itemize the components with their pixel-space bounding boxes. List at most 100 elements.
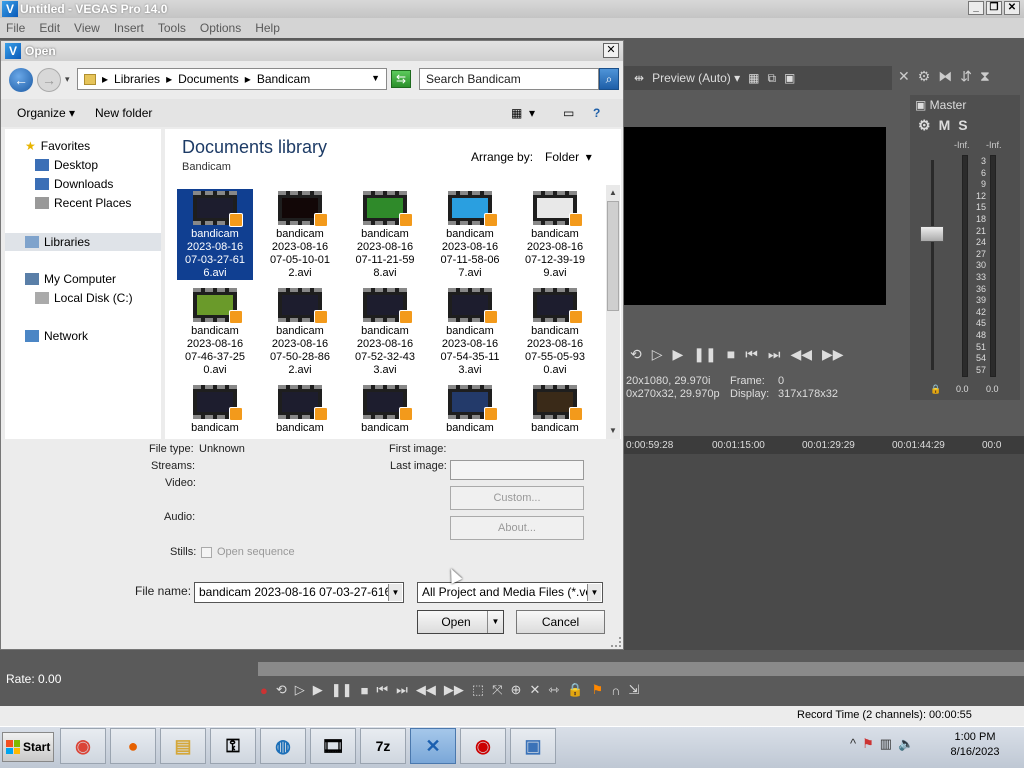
media-player-icon[interactable]: ◍	[260, 728, 306, 764]
menu-insert[interactable]: Insert	[114, 21, 144, 35]
search-icon[interactable]: ⌕	[599, 68, 619, 90]
bus-fx-icon[interactable]: ⚙	[918, 117, 931, 134]
scroll-down-icon[interactable]: ▼	[607, 425, 619, 437]
nav-local-disk[interactable]: Local Disk (C:)	[35, 291, 133, 305]
back-arrow-icon[interactable]: ←	[9, 68, 33, 92]
file-item[interactable]: bandicam 2023-08-16 07-11-58-06 7.avi	[432, 189, 508, 280]
menu-help[interactable]: Help	[255, 21, 280, 35]
grid-icon[interactable]: ▦	[748, 71, 759, 85]
stop-icon[interactable]: ■	[727, 346, 735, 363]
play-from-start-icon[interactable]: ▷	[652, 346, 663, 363]
forward-arrow-icon[interactable]: →	[37, 68, 61, 92]
nav-libraries[interactable]: Libraries	[5, 233, 161, 251]
file-type-dropdown-icon[interactable]: ▼	[587, 584, 601, 601]
dialog-close-button[interactable]: ✕	[603, 43, 619, 58]
vertical-scrollbar[interactable]: ▲ ▼	[606, 185, 620, 439]
preview-mode-dropdown[interactable]: Preview (Auto) ▾	[652, 71, 740, 85]
trim-icon[interactable]: ⇿	[548, 682, 559, 698]
vegas-pro-icon[interactable]: ✕	[410, 728, 456, 764]
open-split-dropdown-icon[interactable]: ▼	[487, 611, 503, 633]
preview-pane-icon[interactable]: ▭	[563, 106, 574, 120]
normal-edit-tool-icon[interactable]: ⬚	[472, 682, 484, 698]
zoom-tool-icon[interactable]: ⊕	[511, 682, 522, 698]
timeline-ruler[interactable]: 0:00:59:28 00:01:15:00 00:01:29:29 00:01…	[624, 436, 1024, 454]
file-item[interactable]: bandicam 2023-08-16 07-50-28-86 2.avi	[262, 286, 338, 377]
start-button[interactable]: Start	[2, 732, 54, 762]
split-screen-icon[interactable]: ⇹	[634, 71, 644, 85]
file-item[interactable]: bandicam	[177, 383, 253, 435]
nav-desktop[interactable]: Desktop	[35, 158, 98, 172]
open-button[interactable]: Open ▼	[417, 610, 504, 634]
organize-button[interactable]: Organize ▾	[17, 106, 75, 120]
timeline-scrollbar[interactable]	[258, 662, 1024, 676]
action-center-icon[interactable]: ⚑	[862, 736, 874, 752]
restore-button[interactable]: ❐	[986, 1, 1002, 15]
auto-ripple-icon[interactable]: ⇲	[628, 682, 639, 698]
file-item[interactable]: bandicam	[432, 383, 508, 435]
file-item[interactable]: bandicam 2023-08-16 07-46-37-25 0.avi	[177, 286, 253, 377]
menu-tools[interactable]: Tools	[158, 21, 186, 35]
breadcrumb-documents[interactable]: Documents	[178, 72, 239, 86]
menu-options[interactable]: Options	[200, 21, 241, 35]
lock-icon[interactable]: 🔒	[930, 384, 941, 395]
custom-button[interactable]: Custom...	[450, 486, 584, 510]
show-hidden-icons-icon[interactable]: ^	[850, 736, 856, 752]
nav-network[interactable]: Network	[25, 329, 88, 343]
play-icon[interactable]: ▶	[313, 682, 323, 698]
file-item[interactable]: bandicam 2023-08-16 07-05-10-01 2.avi	[262, 189, 338, 280]
file-item[interactable]: bandicam 2023-08-16 07-03-27-61 6.avi	[177, 189, 253, 280]
solo-button[interactable]: S	[958, 117, 967, 134]
scroll-up-icon[interactable]: ▲	[607, 187, 619, 199]
timeline-tracks[interactable]	[624, 454, 1024, 650]
copy-snapshot-icon[interactable]: ⧉	[767, 71, 776, 86]
rewind-icon[interactable]: ◀◀	[790, 346, 812, 363]
prev-frame-icon[interactable]: ⏮	[745, 346, 758, 363]
nav-recent-places[interactable]: Recent Places	[35, 196, 131, 210]
envelope-tool-icon[interactable]: ⤧	[492, 682, 502, 698]
control-panel-icon[interactable]: ▣	[510, 728, 556, 764]
volume-icon[interactable]: 🔈	[898, 736, 914, 752]
stop-icon[interactable]: ■	[361, 683, 369, 698]
scrollbar-thumb[interactable]	[607, 201, 619, 311]
record-icon[interactable]: ●	[260, 683, 268, 698]
settings-icon[interactable]: ⚙	[918, 68, 931, 85]
file-item[interactable]: bandicam	[347, 383, 423, 435]
mute-button[interactable]: M	[939, 117, 951, 134]
snapping-icon[interactable]: ∩	[611, 683, 620, 698]
loop-playback-icon[interactable]: ⟲	[276, 682, 287, 698]
new-folder-button[interactable]: New folder	[95, 106, 152, 120]
file-item[interactable]: bandicam	[262, 383, 338, 435]
close-button[interactable]: ✕	[1004, 1, 1020, 15]
prev-frame-icon[interactable]: ◀◀	[416, 682, 436, 698]
file-item[interactable]: bandicam 2023-08-16 07-11-21-59 8.avi	[347, 189, 423, 280]
help-icon[interactable]: ?	[593, 106, 600, 120]
address-dropdown-icon[interactable]: ▼	[371, 73, 380, 83]
marker-icon[interactable]: ⚑	[591, 682, 603, 698]
about-button[interactable]: About...	[450, 516, 584, 540]
pause-icon[interactable]: ❚❚	[693, 346, 716, 363]
breadcrumb-bandicam[interactable]: Bandicam	[257, 72, 310, 86]
resize-grip-icon[interactable]	[611, 637, 621, 647]
file-explorer-icon[interactable]: ▤	[160, 728, 206, 764]
taskbar-clock[interactable]: 1:00 PM 8/16/2023	[940, 730, 1010, 760]
breadcrumb-libraries[interactable]: Libraries	[114, 72, 160, 86]
loop-icon[interactable]: ⟲	[630, 346, 642, 363]
menu-view[interactable]: View	[74, 21, 100, 35]
network-tray-icon[interactable]: ▥	[880, 736, 892, 752]
firefox-icon[interactable]: ●	[110, 728, 156, 764]
next-frame-icon[interactable]: ⏭	[768, 346, 781, 363]
pause-icon[interactable]: ❚❚	[331, 682, 353, 698]
search-input[interactable]: Search Bandicam	[419, 68, 599, 90]
file-name-dropdown-icon[interactable]: ▼	[388, 584, 402, 601]
nav-favorites[interactable]: ★ Favorites	[25, 139, 90, 153]
file-item[interactable]: bandicam 2023-08-16 07-12-39-19 9.avi	[517, 189, 593, 280]
delete-icon[interactable]: ✕	[529, 682, 540, 698]
nav-downloads[interactable]: Downloads	[35, 177, 113, 191]
nav-my-computer[interactable]: My Computer	[25, 272, 116, 286]
insert-bus-icon[interactable]: ⧓	[938, 68, 952, 85]
last-image-field[interactable]	[450, 460, 584, 480]
save-snapshot-icon[interactable]: ▣	[784, 71, 795, 85]
7zip-icon[interactable]: 7z	[360, 728, 406, 764]
master-fader[interactable]	[920, 226, 944, 242]
menu-file[interactable]: File	[6, 21, 25, 35]
